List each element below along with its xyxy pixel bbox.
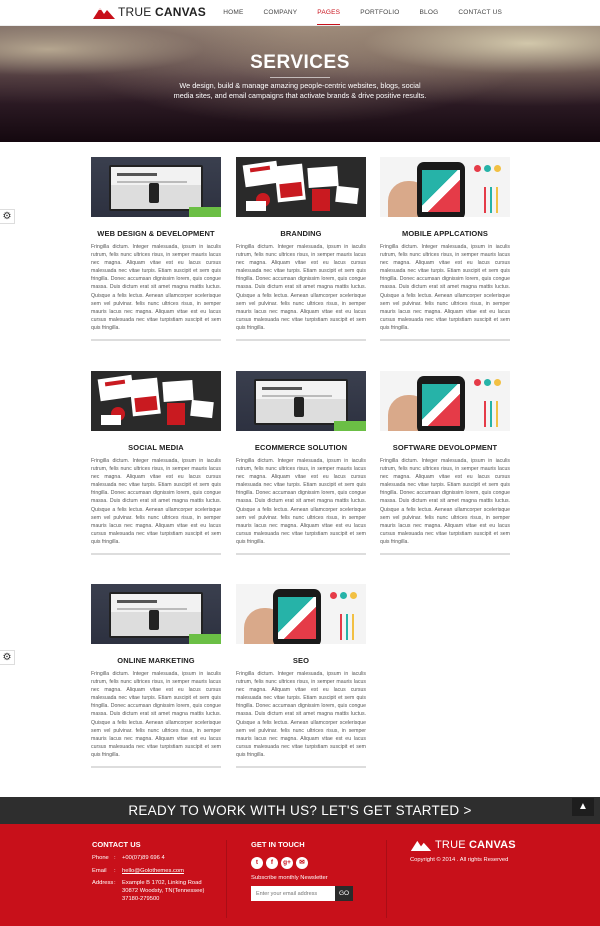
service-divider <box>236 339 366 341</box>
service-description: Fringilla dictum. Integer malesuada, ips… <box>380 458 510 545</box>
logo-text: TRUE CANVAS <box>118 5 206 19</box>
arrow-up-icon: ▲ <box>578 801 588 812</box>
service-divider <box>91 553 221 555</box>
service-description: Fringilla dictum. Integer malesuada, ips… <box>91 671 221 758</box>
footer-logo-text: TRUE CANVAS <box>435 839 516 851</box>
service-title[interactable]: WEB DESIGN & DEVELOPMENT <box>91 229 221 239</box>
service-divider <box>236 766 366 768</box>
footer-touch-title: GET IN TOUCH <box>251 840 305 849</box>
service-divider <box>236 553 366 555</box>
service-title[interactable]: MOBILE APPLCATIONS <box>380 229 510 239</box>
settings-gear-icon[interactable]: ⚙ <box>0 650 15 665</box>
mountain-logo-icon <box>410 840 432 851</box>
service-card: WEB DESIGN & DEVELOPMENT Fringilla dictum… <box>91 157 221 341</box>
banner-description: We design, build & manage amazing people… <box>173 81 427 101</box>
site-header: TRUE CANVAS HOME COMPANY PAGES PORTFOLIO BLO… <box>0 0 600 26</box>
service-divider <box>380 339 510 341</box>
laptop-mockup-image <box>91 157 221 217</box>
newsletter-label: Subscribe monthly Newsletter <box>251 875 328 881</box>
service-card: MOBILE APPLCATIONS Fringilla dictum. Inte… <box>380 157 510 341</box>
service-card: ONLINE MARKETING Fringilla dictum. Intege… <box>91 584 221 768</box>
phone-label: Phone <box>92 855 109 861</box>
nav-item-pages[interactable]: PAGES <box>317 0 341 26</box>
branding-stationery-image <box>91 371 221 431</box>
address-value: Example B 1702, Linking Road 30872 Woods… <box>122 880 205 902</box>
footer-contact-title: CONTACT US <box>92 840 141 849</box>
service-description: Fringilla dictum. Integer malesuada, ips… <box>236 244 366 331</box>
service-divider <box>91 339 221 341</box>
page-title: SERVICES <box>250 52 350 73</box>
settings-gear-icon[interactable]: ⚙ <box>0 209 15 224</box>
service-title[interactable]: BRANDING <box>236 229 366 239</box>
nav-item-portfolio[interactable]: PORTFOLIO <box>360 0 399 26</box>
footer-divider <box>386 840 387 918</box>
service-divider <box>91 766 221 768</box>
email-label: Email <box>92 867 107 874</box>
phone-value: +00(07)89 696 4 <box>122 855 165 861</box>
mobile-phone-image <box>236 584 366 644</box>
service-card: SOCIAL MEDIA Fringilla dictum. Integer ma… <box>91 371 221 555</box>
twitter-icon[interactable]: t <box>251 857 263 869</box>
nav-item-company[interactable]: COMPANY <box>264 0 298 26</box>
mountain-logo-icon <box>93 7 115 19</box>
service-title[interactable]: SEO <box>236 656 366 666</box>
newsletter-form: GO <box>251 886 371 901</box>
service-divider <box>380 553 510 555</box>
branding-stationery-image <box>236 157 366 217</box>
nav-item-home[interactable]: HOME <box>223 0 243 26</box>
service-card: SEO Fringilla dictum. Integer malesuada, … <box>236 584 366 768</box>
laptop-mockup-image <box>236 371 366 431</box>
cta-bar[interactable]: READY TO WORK WITH US? LET'S GET STARTED… <box>0 797 600 824</box>
copyright: Copyright © 2014 . All rights Reserved <box>410 857 509 863</box>
service-card: SOFTWARE DEVOLOPMENT Fringilla dictum. In… <box>380 371 510 555</box>
nav-item-contact-us[interactable]: CONTACT US <box>458 0 502 26</box>
contact-phone-row: Phone : +00(07)89 696 4 <box>92 854 222 863</box>
service-card: BRANDING Fringilla dictum. Integer malesu… <box>236 157 366 341</box>
laptop-mockup-image <box>91 584 221 644</box>
service-title[interactable]: ECOMMERCE SOLUTION <box>236 443 366 453</box>
footer-touch: GET IN TOUCH t f g+ ✉ Subscribe monthly New… <box>251 824 371 901</box>
google-plus-icon[interactable]: g+ <box>281 857 293 869</box>
site-footer: CONTACT US Phone : +00(07)89 696 4 Email… <box>0 824 600 926</box>
separator: : <box>114 867 116 874</box>
newsletter-go-button[interactable]: GO <box>335 886 353 901</box>
service-title[interactable]: ONLINE MARKETING <box>91 656 221 666</box>
footer-divider <box>226 840 227 918</box>
service-title[interactable]: SOCIAL MEDIA <box>91 443 221 453</box>
title-divider <box>270 77 330 78</box>
service-title[interactable]: SOFTWARE DEVOLOPMENT <box>380 443 510 453</box>
social-icons: t f g+ ✉ <box>251 857 371 869</box>
service-description: Fringilla dictum. Integer malesuada, ips… <box>91 458 221 545</box>
page-banner: SERVICES We design, build & manage amazi… <box>0 26 600 142</box>
separator: : <box>114 880 116 886</box>
nav-item-blog[interactable]: BLOG <box>419 0 438 26</box>
mobile-phone-image <box>380 371 510 431</box>
separator: : <box>114 855 116 861</box>
address-label: Address <box>92 880 114 886</box>
footer-logo[interactable]: TRUE CANVAS <box>410 839 520 851</box>
email-link[interactable]: hello@Golothemes.com <box>122 867 184 876</box>
footer-contact: CONTACT US Phone : +00(07)89 696 4 Email… <box>92 824 222 903</box>
email-icon[interactable]: ✉ <box>296 857 308 869</box>
service-description: Fringilla dictum. Integer malesuada, ips… <box>91 244 221 331</box>
back-to-top-button[interactable]: ▲ <box>572 798 594 816</box>
facebook-icon[interactable]: f <box>266 857 278 869</box>
newsletter-email-input[interactable] <box>251 886 335 901</box>
contact-email-row: Email : hello@Golothemes.com <box>92 867 222 876</box>
main-nav: HOME COMPANY PAGES PORTFOLIO BLOG CONTACT US <box>203 0 502 26</box>
service-card: ECOMMERCE SOLUTION Fringilla dictum. Inte… <box>236 371 366 555</box>
service-description: Fringilla dictum. Integer malesuada, ips… <box>236 671 366 758</box>
cta-text[interactable]: READY TO WORK WITH US? LET'S GET STARTED… <box>0 797 600 824</box>
service-description: Fringilla dictum. Integer malesuada, ips… <box>236 458 366 545</box>
mobile-phone-image <box>380 157 510 217</box>
service-description: Fringilla dictum. Integer malesuada, ips… <box>380 244 510 331</box>
contact-address-row: Address : Example B 1702, Linking Road 3… <box>92 879 222 903</box>
logo[interactable]: TRUE CANVAS <box>93 5 206 19</box>
footer-brand: TRUE CANVAS Copyright © 2014 . All right… <box>410 824 520 863</box>
